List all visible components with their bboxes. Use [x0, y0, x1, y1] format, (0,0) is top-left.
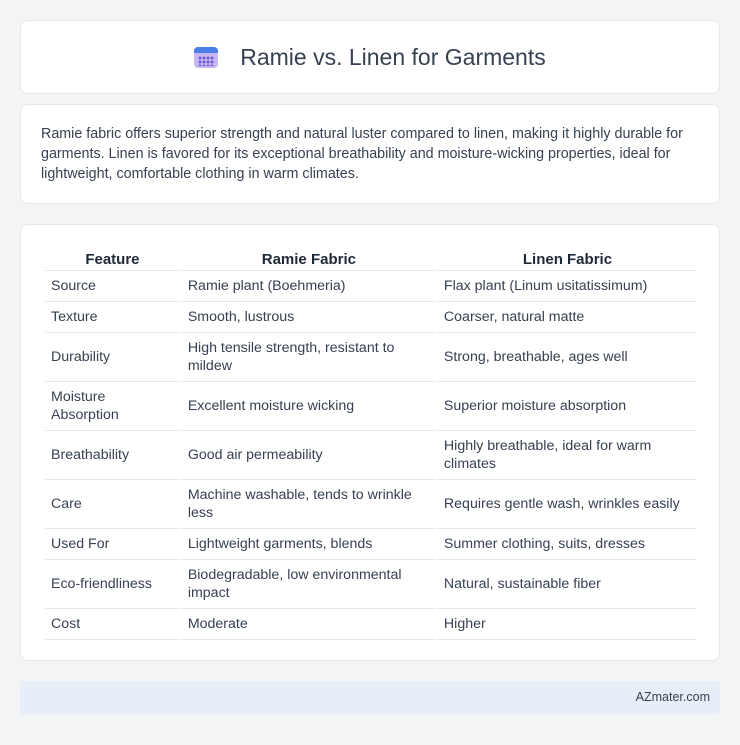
footer-brand: AZmater.com [635, 690, 710, 704]
feature-cell: Source [45, 271, 180, 302]
table-row: Cost Moderate Higher [45, 609, 697, 640]
table-row: Care Machine washable, tends to wrinkle … [45, 480, 697, 529]
header-linen: Linen Fabric [437, 245, 697, 271]
header-feature: Feature [45, 245, 180, 271]
ramie-cell: High tensile strength, resistant to mild… [181, 333, 436, 382]
footer-bar: AZmater.com [20, 681, 720, 714]
feature-cell: Care [45, 480, 180, 529]
linen-cell: Natural, sustainable fiber [437, 560, 697, 609]
calendar-icon [194, 45, 219, 69]
ramie-cell: Moderate [181, 609, 436, 640]
page-title: Ramie vs. Linen for Garments [240, 43, 546, 70]
ramie-cell: Ramie plant (Boehmeria) [181, 271, 436, 302]
linen-cell: Summer clothing, suits, dresses [437, 529, 697, 560]
table-row: Source Ramie plant (Boehmeria) Flax plan… [45, 271, 697, 302]
intro-text: Ramie fabric offers superior strength an… [41, 126, 683, 182]
title-card: Ramie vs. Linen for Garments [20, 20, 720, 94]
table-row: Durability High tensile strength, resist… [45, 333, 697, 382]
feature-cell: Used For [45, 529, 180, 560]
ramie-cell: Lightweight garments, blends [181, 529, 436, 560]
feature-cell: Moisture Absorption [45, 382, 180, 431]
table-row: Moisture Absorption Excellent moisture w… [45, 382, 697, 431]
header-ramie: Ramie Fabric [181, 245, 436, 271]
linen-cell: Flax plant (Linum usitatissimum) [437, 271, 697, 302]
table-row: Breathability Good air permeability High… [45, 431, 697, 480]
table-row: Used For Lightweight garments, blends Su… [45, 529, 697, 560]
ramie-cell: Smooth, lustrous [181, 302, 436, 333]
linen-cell: Highly breathable, ideal for warm climat… [437, 431, 697, 480]
feature-cell: Cost [45, 609, 180, 640]
intro-card: Ramie fabric offers superior strength an… [20, 104, 720, 204]
feature-cell: Breathability [45, 431, 180, 480]
table-header-row: Feature Ramie Fabric Linen Fabric [45, 245, 697, 271]
linen-cell: Requires gentle wash, wrinkles easily [437, 480, 697, 529]
comparison-card: Feature Ramie Fabric Linen Fabric Source… [20, 224, 720, 661]
ramie-cell: Biodegradable, low environmental impact [181, 560, 436, 609]
ramie-cell: Good air permeability [181, 431, 436, 480]
feature-cell: Durability [45, 333, 180, 382]
linen-cell: Coarser, natural matte [437, 302, 697, 333]
linen-cell: Strong, breathable, ages well [437, 333, 697, 382]
linen-cell: Superior moisture absorption [437, 382, 697, 431]
linen-cell: Higher [437, 609, 697, 640]
ramie-cell: Excellent moisture wicking [181, 382, 436, 431]
table-row: Texture Smooth, lustrous Coarser, natura… [45, 302, 697, 333]
feature-cell: Texture [45, 302, 180, 333]
comparison-table: Feature Ramie Fabric Linen Fabric Source… [43, 245, 699, 640]
ramie-cell: Machine washable, tends to wrinkle less [181, 480, 436, 529]
table-row: Eco-friendliness Biodegradable, low envi… [45, 560, 697, 609]
feature-cell: Eco-friendliness [45, 560, 180, 609]
